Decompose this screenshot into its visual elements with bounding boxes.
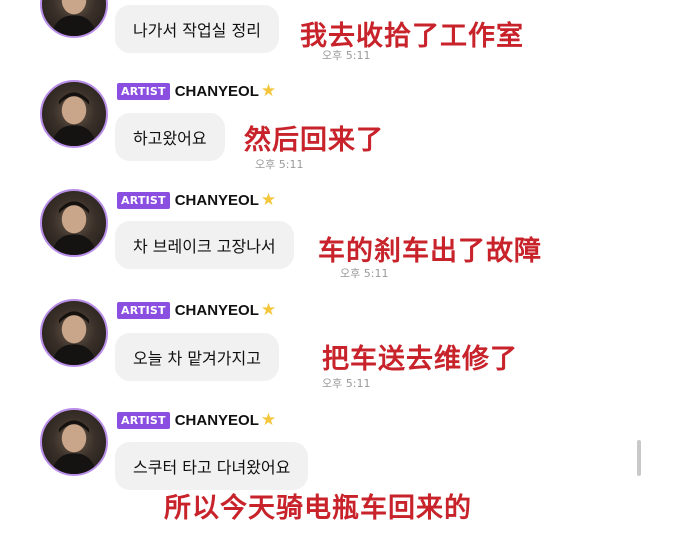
message-time: 오후 5:11	[340, 267, 389, 280]
avatar[interactable]	[40, 189, 108, 257]
sender-name[interactable]: CHANYEOL	[175, 83, 259, 100]
translation-caption: 所以今天骑电瓶车回来的	[164, 493, 472, 524]
sender-row: ARTIST CHANYEOL ★	[117, 190, 276, 210]
translation-caption: 车的刹车出了故障	[318, 236, 542, 267]
avatar[interactable]	[40, 80, 108, 148]
artist-badge: ARTIST	[117, 411, 170, 429]
message-bubble: 오늘 차 맡겨가지고	[115, 333, 279, 381]
chat-thread: 나가서 작업실 정리 我去收拾了工作室 오후 5:11 ARTIST CHANY…	[0, 0, 695, 535]
avatar[interactable]	[40, 408, 108, 476]
sender-name[interactable]: CHANYEOL	[175, 192, 259, 209]
scrollbar-thumb[interactable]	[637, 440, 641, 476]
sender-name[interactable]: CHANYEOL	[175, 412, 259, 429]
sender-name[interactable]: CHANYEOL	[175, 302, 259, 319]
translation-caption: 然后回来了	[244, 125, 384, 156]
message-text: 나가서 작업실 정리	[133, 21, 261, 40]
message-bubble: 차 브레이크 고장나서	[115, 221, 294, 269]
avatar[interactable]	[40, 299, 108, 367]
message-text: 오늘 차 맡겨가지고	[133, 349, 261, 368]
message-text: 하고왔어요	[133, 129, 207, 148]
sender-row: ARTIST CHANYEOL ★	[117, 81, 276, 101]
star-icon: ★	[260, 409, 277, 430]
artist-badge: ARTIST	[117, 301, 170, 319]
star-icon: ★	[260, 299, 277, 320]
artist-badge: ARTIST	[117, 82, 170, 100]
sender-row: ARTIST CHANYEOL ★	[117, 300, 276, 320]
message-time: 오후 5:11	[322, 49, 371, 62]
star-icon: ★	[260, 189, 277, 210]
message-text: 스쿠터 타고 다녀왔어요	[133, 458, 291, 477]
message-time: 오후 5:11	[322, 377, 371, 390]
sender-row: ARTIST CHANYEOL ★	[117, 410, 276, 430]
artist-badge: ARTIST	[117, 191, 170, 209]
message-bubble: 나가서 작업실 정리	[115, 5, 279, 53]
star-icon: ★	[260, 80, 277, 101]
message-bubble: 하고왔어요	[115, 113, 225, 161]
translation-caption: 把车送去维修了	[322, 344, 518, 375]
message-time: 오후 5:11	[255, 158, 304, 171]
message-text: 차 브레이크 고장나서	[133, 237, 276, 256]
avatar[interactable]	[40, 0, 108, 38]
message-bubble: 스쿠터 타고 다녀왔어요	[115, 442, 309, 490]
